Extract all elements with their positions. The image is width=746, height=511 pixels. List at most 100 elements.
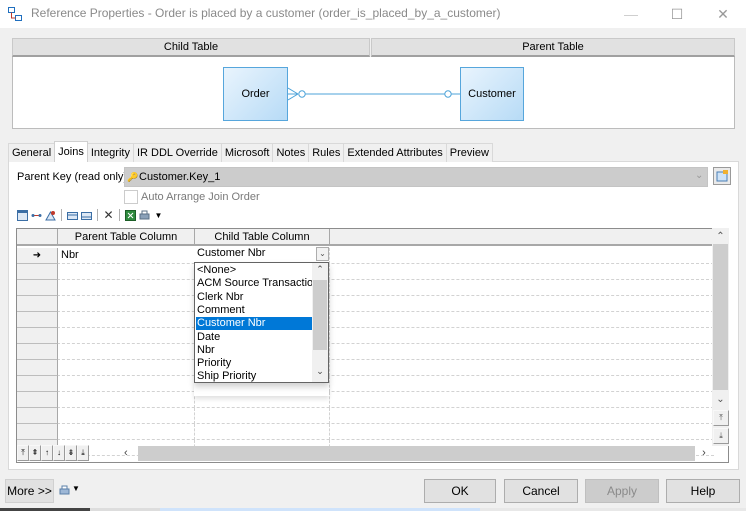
print-icon[interactable] [139,210,150,221]
dropdown-option[interactable]: Customer Nbr [196,317,312,331]
page-up-button[interactable]: ⇞ [29,445,41,461]
row-header[interactable] [17,392,58,408]
table-row[interactable] [17,376,714,392]
cell-parent-column[interactable] [58,264,195,280]
scroll-up-arrow[interactable]: ⌃ [712,229,729,245]
tab-notes[interactable]: Notes [272,143,310,162]
tab-preview[interactable]: Preview [445,143,493,162]
insert-row-icon[interactable] [31,210,42,221]
tab-microsoft[interactable]: Microsoft [220,143,274,162]
parent-key-properties-button[interactable] [713,167,731,185]
cell-parent-column[interactable] [58,376,195,392]
move-to-bottom-button[interactable]: ⤓ [77,445,89,461]
row-header[interactable] [17,296,58,312]
help-button[interactable]: Help [666,479,740,503]
apply-button[interactable]: Apply [585,479,659,503]
more-button[interactable]: More >> [5,479,54,503]
more-dropdown-icon[interactable]: ▼ [153,210,164,221]
excel-export-icon[interactable] [125,209,136,221]
page-down-button[interactable]: ⇟ [65,445,77,461]
parent-entity-customer[interactable]: Customer [460,67,524,121]
properties-icon[interactable] [17,209,28,221]
dropdown-option[interactable]: Ship Priority [196,370,312,383]
table-row[interactable] [17,424,714,440]
row-header[interactable] [17,344,58,360]
maximize-button[interactable]: ☐ [654,0,700,28]
print-icon[interactable] [59,485,70,496]
row-header[interactable] [17,312,58,328]
tab-extended-attributes[interactable]: Extended Attributes [343,143,447,162]
dropdown-option[interactable]: Date [196,331,312,344]
move-up-icon[interactable] [67,210,78,221]
scroll-top-button[interactable]: ⤒ [713,410,729,426]
tab-rules[interactable]: Rules [308,143,345,162]
cell-child-column[interactable] [195,424,330,440]
dropdown-scroll-down-icon[interactable]: ⌄ [312,366,328,380]
cell-parent-column[interactable]: Nbr [58,248,195,264]
delete-icon[interactable]: ✕ [103,209,114,221]
table-row[interactable] [17,312,714,328]
row-header[interactable] [17,264,58,280]
cell-parent-column[interactable] [58,392,195,408]
child-column-dropdown-list[interactable]: <None> ACM Source Transaction Clerk Nbr Com… [194,262,329,383]
table-row[interactable] [17,344,714,360]
minimize-button[interactable]: — [608,0,654,28]
dropdown-scroll-thumb[interactable] [313,280,327,350]
cell-parent-column[interactable] [58,280,195,296]
row-header[interactable] [17,424,58,440]
scroll-down-arrow[interactable]: ⌄ [712,392,729,408]
row-header[interactable] [17,376,58,392]
joins-grid[interactable]: Parent Table Column Child Table Column ➜… [16,228,729,463]
dropdown-option[interactable]: Comment [196,304,312,317]
column-header-child[interactable]: Child Table Column [195,229,330,246]
table-row[interactable] [17,264,714,280]
add-columns-icon[interactable] [45,210,56,221]
tab-joins[interactable]: Joins [54,141,88,162]
row-header[interactable] [17,360,58,376]
dropdown-option[interactable]: Clerk Nbr [196,291,312,304]
row-header[interactable] [17,328,58,344]
scroll-right-arrow[interactable]: › [697,446,711,460]
cell-parent-column[interactable] [58,328,195,344]
dropdown-option[interactable]: <None> [196,264,312,277]
tab-integrity[interactable]: Integrity [86,143,134,162]
row-header[interactable] [17,280,58,296]
scroll-left-arrow[interactable]: ‹ [124,446,138,460]
cancel-button[interactable]: Cancel [504,479,578,503]
table-row[interactable]: ➜NbrCustomer Nbr [17,248,714,264]
move-up-button[interactable]: ↑ [41,445,53,461]
move-down-icon[interactable] [81,210,92,221]
vertical-scroll-thumb[interactable] [713,244,728,390]
close-button[interactable]: ✕ [700,0,746,28]
cell-parent-column[interactable] [58,344,195,360]
table-row[interactable] [17,328,714,344]
tab-general[interactable]: General [8,143,56,162]
table-row[interactable] [17,392,714,408]
column-header-parent[interactable]: Parent Table Column [58,229,195,246]
cell-child-column[interactable] [195,408,330,424]
cell-parent-column[interactable] [58,424,195,440]
cell-parent-column[interactable] [58,360,195,376]
move-down-button[interactable]: ↓ [53,445,65,461]
print-dropdown-icon[interactable]: ▼ [72,484,80,493]
combobox-dropdown-button[interactable]: ⌄ [316,247,329,261]
row-header[interactable] [17,408,58,424]
dropdown-option[interactable]: Priority [196,357,312,370]
row-header[interactable]: ➜ [17,248,58,264]
scroll-bottom-button[interactable]: ⤓ [713,428,729,444]
cell-parent-column[interactable] [58,312,195,328]
tab-ir-ddl-override[interactable]: IR DDL Override [132,143,222,162]
auto-arrange-checkbox[interactable] [124,190,138,204]
horizontal-scroll-thumb[interactable] [138,446,695,461]
table-row[interactable] [17,360,714,376]
table-row[interactable] [17,408,714,424]
dropdown-scroll-up-icon[interactable]: ⌃ [312,264,328,278]
child-entity-order[interactable]: Order [223,67,288,121]
dropdown-option[interactable]: Nbr [196,344,312,357]
table-row[interactable] [17,280,714,296]
cell-parent-column[interactable] [58,296,195,312]
dropdown-option[interactable]: ACM Source Transaction [196,277,312,290]
table-row[interactable] [17,296,714,312]
move-to-top-button[interactable]: ⤒ [17,445,29,461]
cell-parent-column[interactable] [58,408,195,424]
